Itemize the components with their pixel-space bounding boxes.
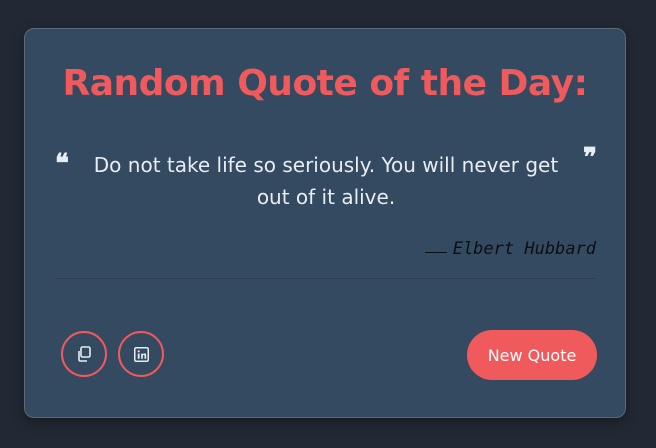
linkedin-icon [133, 346, 149, 362]
open-quote-icon: ❝ [55, 149, 69, 179]
divider [55, 278, 595, 279]
author-name: Elbert Hubbard [452, 239, 596, 259]
linkedin-share-button[interactable] [118, 331, 164, 377]
author-dash [424, 251, 447, 253]
copy-icon [78, 346, 91, 362]
close-quote-icon: ❞ [583, 143, 597, 173]
quote-author: Elbert Hubbard [424, 239, 596, 259]
copy-button[interactable] [61, 331, 107, 377]
new-quote-button[interactable]: New Quote [467, 330, 597, 380]
quote-block: ❝ Do not take life so seriously. You wil… [55, 145, 597, 219]
quote-text: Do not take life so seriously. You will … [93, 153, 559, 209]
quote-card: Random Quote of the Day: ❝ Do not take l… [24, 28, 626, 418]
page-title: Random Quote of the Day: [62, 63, 588, 104]
